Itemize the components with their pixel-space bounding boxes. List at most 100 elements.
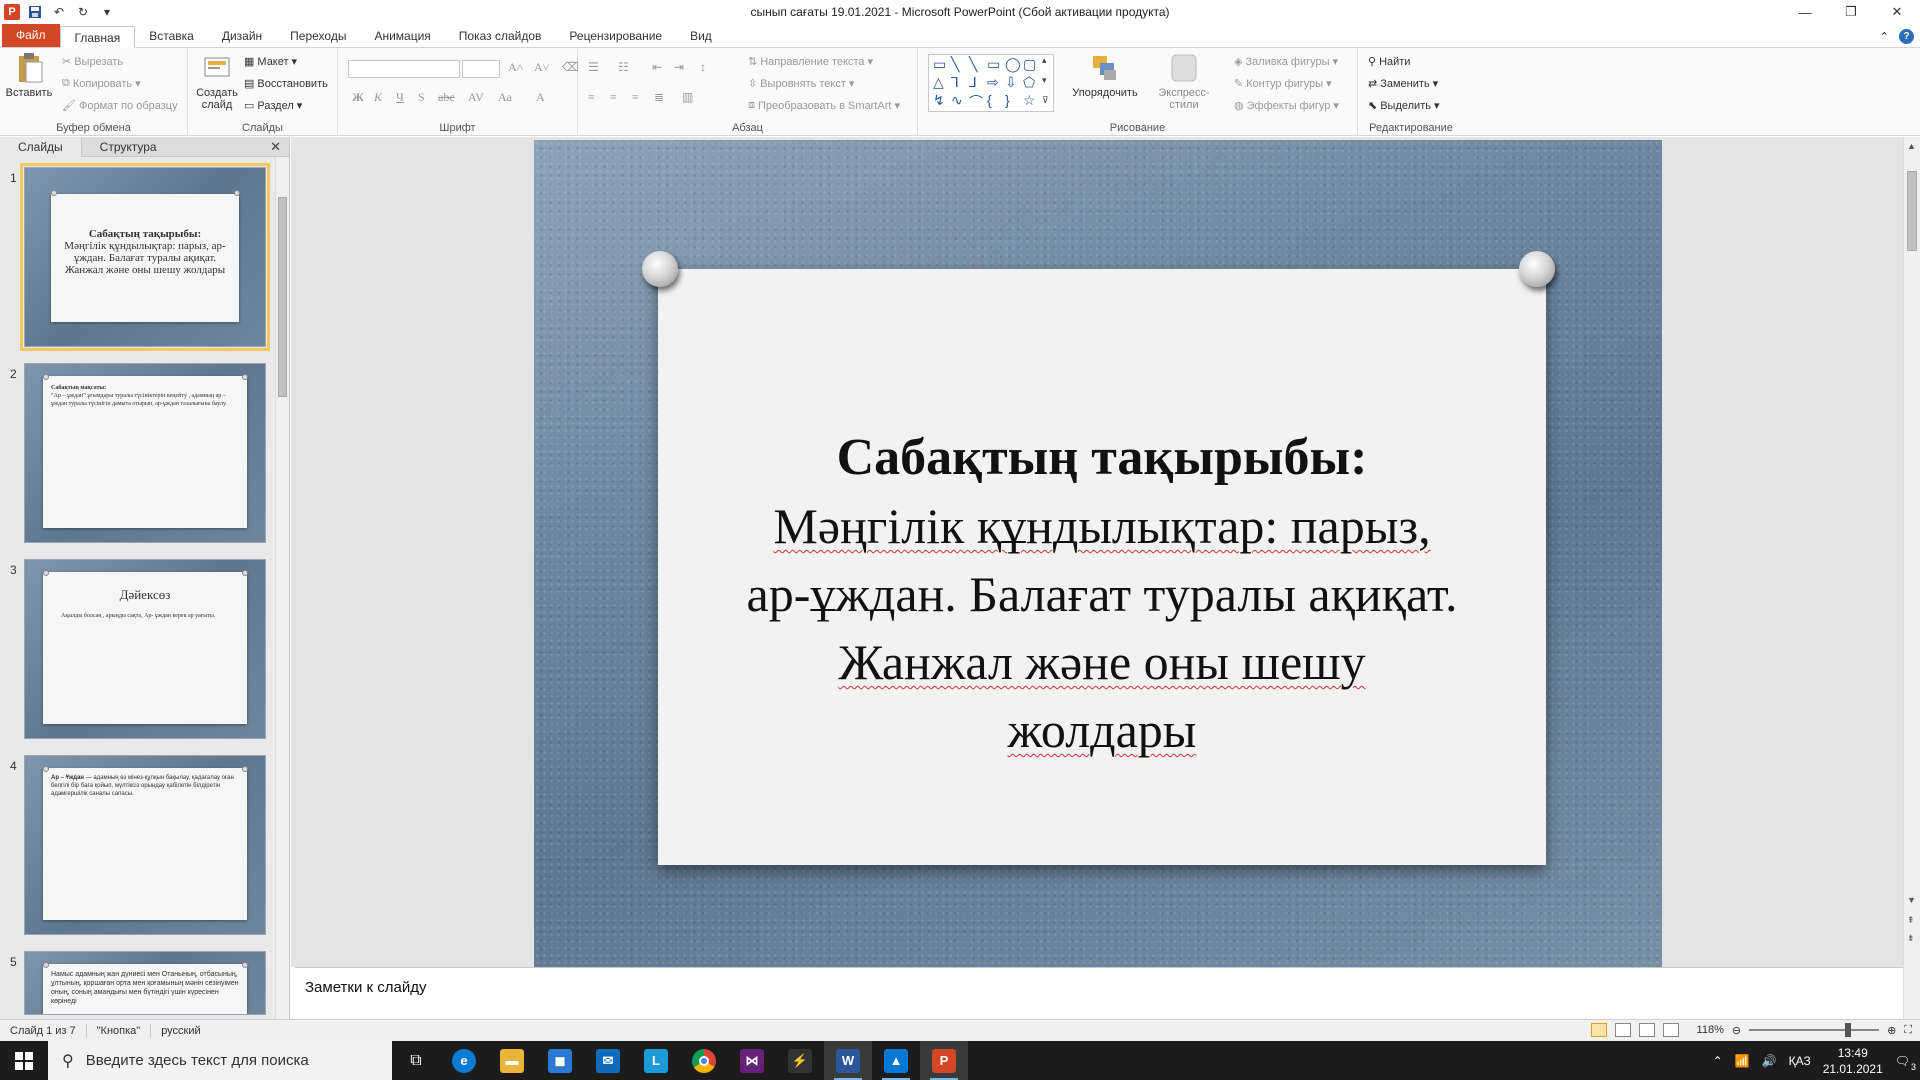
quick-styles-button[interactable]: Экспресс-стили bbox=[1144, 52, 1224, 111]
close-icon[interactable]: ✕ bbox=[1874, 0, 1920, 24]
maximize-icon[interactable]: ❐ bbox=[1828, 0, 1874, 24]
clear-format-icon[interactable]: ⌫ bbox=[562, 60, 579, 75]
tab-view[interactable]: Вид bbox=[676, 25, 726, 47]
align-text-button[interactable]: ⇳ Выровнять текст ▾ bbox=[748, 77, 854, 91]
shape-fill-button[interactable]: ◈ Заливка фигуры ▾ bbox=[1234, 55, 1338, 69]
zoom-level[interactable]: 118% bbox=[1697, 1024, 1724, 1036]
numbering-icon[interactable]: ☷ bbox=[618, 60, 629, 75]
slide-thumb-image[interactable]: Намыс адамның жан дүниесі мен Отанының, … bbox=[24, 951, 266, 1015]
shrink-font-icon[interactable]: A˅ bbox=[534, 60, 549, 75]
strikethrough-icon[interactable]: abc bbox=[438, 90, 455, 105]
zoom-out-icon[interactable]: ⊖ bbox=[1732, 1024, 1741, 1037]
taskbar-app-winamp[interactable]: ⚡ bbox=[776, 1041, 824, 1080]
replace-button[interactable]: ⇄ Заменить ▾ bbox=[1368, 77, 1438, 91]
customize-qat-icon[interactable]: ▾ bbox=[98, 3, 116, 21]
paste-button[interactable]: Вставить bbox=[4, 52, 54, 99]
fit-to-window-icon[interactable]: ⛶ bbox=[1904, 1024, 1912, 1037]
cut-button[interactable]: ✂ Вырезать bbox=[62, 55, 123, 69]
taskbar-app-powerpoint[interactable]: P bbox=[920, 1041, 968, 1080]
select-button[interactable]: ⬉ Выделить ▾ bbox=[1368, 99, 1440, 113]
slideshow-icon[interactable] bbox=[1662, 1023, 1679, 1037]
slide-thumb-image[interactable]: Сабақтың мақсаты: “Ар – ұждан” ұғымдары … bbox=[24, 363, 266, 543]
arrange-button[interactable]: Упорядочить bbox=[1068, 52, 1142, 99]
scrollbar-thumb[interactable] bbox=[1907, 171, 1917, 251]
change-case-icon[interactable]: Aa bbox=[498, 90, 512, 105]
spacing-icon[interactable]: AV bbox=[468, 90, 484, 105]
font-color-icon[interactable]: A bbox=[536, 90, 545, 105]
input-language[interactable]: ҚАЗ bbox=[1789, 1054, 1811, 1068]
normal-view-icon[interactable] bbox=[1590, 1023, 1607, 1037]
reading-view-icon[interactable] bbox=[1638, 1023, 1655, 1037]
slide-canvas[interactable]: Сабақтың тақырыбы: Мәңгілік құндылықтар:… bbox=[534, 140, 1662, 970]
columns-icon[interactable]: ▥ bbox=[682, 90, 693, 105]
save-icon[interactable] bbox=[26, 3, 44, 21]
align-right-icon[interactable]: ≡ bbox=[632, 90, 639, 105]
align-center-icon[interactable]: ≡ bbox=[610, 90, 617, 105]
font-name-field[interactable] bbox=[348, 60, 460, 78]
italic-icon[interactable]: К bbox=[374, 90, 382, 105]
tray-overflow-icon[interactable]: ⌃ bbox=[1713, 1054, 1723, 1068]
tab-animation[interactable]: Анимация bbox=[360, 25, 444, 47]
align-left-icon[interactable]: ≡ bbox=[588, 90, 595, 105]
text-direction-button[interactable]: ⇅ Направление текста ▾ bbox=[748, 55, 873, 69]
tab-slides[interactable]: Слайды bbox=[0, 137, 82, 157]
shape-outline-button[interactable]: ✎ Контур фигуры ▾ bbox=[1234, 77, 1332, 91]
bold-icon[interactable]: Ж bbox=[352, 90, 364, 105]
tab-outline[interactable]: Структура bbox=[82, 137, 175, 157]
minimize-icon[interactable]: — bbox=[1782, 0, 1828, 24]
bullets-icon[interactable]: ☰ bbox=[588, 60, 599, 75]
notifications-icon[interactable]: 🗨 3 bbox=[1895, 1054, 1916, 1072]
slide-thumb-image[interactable]: Ар – Ұждан — адамның өз мінез-құлқын бақ… bbox=[24, 755, 266, 935]
underline-icon[interactable]: Ч bbox=[396, 90, 404, 105]
taskbar-app-l[interactable]: L bbox=[632, 1041, 680, 1080]
find-button[interactable]: ⚲ Найти bbox=[1368, 55, 1410, 69]
notes-pane[interactable]: Заметки к слайду bbox=[295, 967, 1903, 1019]
undo-icon[interactable]: ↶ bbox=[50, 3, 68, 21]
copy-button[interactable]: ⧉ Копировать ▾ bbox=[62, 77, 141, 90]
minimize-ribbon-icon[interactable]: ⌃ bbox=[1880, 30, 1889, 43]
tab-slideshow[interactable]: Показ слайдов bbox=[445, 25, 556, 47]
slide-scrollbar[interactable]: ▲ ▼ ⇞ ⇟ bbox=[1903, 137, 1920, 1019]
next-slide-icon[interactable]: ⇟ bbox=[1907, 933, 1915, 944]
decrease-indent-icon[interactable]: ⇤ bbox=[652, 60, 662, 75]
smartart-button[interactable]: ⧈ Преобразовать в SmartArt ▾ bbox=[748, 99, 900, 112]
start-button[interactable] bbox=[0, 1041, 48, 1080]
increase-indent-icon[interactable]: ⇥ bbox=[674, 60, 684, 75]
scroll-up-icon[interactable]: ▲ bbox=[1907, 141, 1916, 151]
zoom-slider[interactable] bbox=[1749, 1023, 1880, 1037]
powerpoint-logo-icon[interactable]: P bbox=[4, 4, 20, 20]
taskbar-app-word[interactable]: W bbox=[824, 1041, 872, 1080]
slide-textbox[interactable]: Сабақтың тақырыбы: Мәңгілік құндылықтар:… bbox=[658, 424, 1546, 764]
tab-insert[interactable]: Вставка bbox=[135, 25, 208, 47]
taskbar-search[interactable]: ⚲ Введите здесь текст для поиска bbox=[48, 1041, 392, 1080]
language-indicator[interactable]: русский bbox=[151, 1024, 210, 1038]
justify-icon[interactable]: ≣ bbox=[654, 90, 664, 105]
format-painter-button[interactable]: 🖌 Формат по образцу bbox=[62, 99, 178, 113]
layout-button[interactable]: ▦ Макет ▾ bbox=[244, 55, 297, 69]
taskbar-app-vs[interactable]: ⋈ bbox=[728, 1041, 776, 1080]
close-panel-icon[interactable]: ✕ bbox=[270, 139, 281, 155]
help-icon[interactable]: ? bbox=[1899, 28, 1914, 44]
slide-thumb-image[interactable]: Дәйексөз Ақылды болсаң , арыңды сақта, А… bbox=[24, 559, 266, 739]
slides-panel-scrollbar[interactable] bbox=[275, 157, 289, 1019]
shape-effects-button[interactable]: ◍ Эффекты фигур ▾ bbox=[1234, 99, 1339, 113]
zoom-slider-knob[interactable] bbox=[1845, 1023, 1852, 1037]
taskbar-app-photos[interactable]: ▲ bbox=[872, 1041, 920, 1080]
reset-button[interactable]: ▤ Восстановить bbox=[244, 77, 328, 91]
taskbar-app-chrome[interactable] bbox=[680, 1041, 728, 1080]
font-size-field[interactable] bbox=[462, 60, 500, 78]
new-slide-button[interactable]: Создать слайд bbox=[194, 52, 240, 111]
taskbar-app-store[interactable]: ◼ bbox=[536, 1041, 584, 1080]
taskbar-app-edge[interactable]: e bbox=[440, 1041, 488, 1080]
section-button[interactable]: ▭ Раздел ▾ bbox=[244, 99, 302, 113]
slide-sorter-icon[interactable] bbox=[1614, 1023, 1631, 1037]
slide-thumb-image[interactable]: Сабақтың тақырыбы: Мәңгілік құндылықтар:… bbox=[20, 163, 270, 351]
tab-transitions[interactable]: Переходы bbox=[276, 25, 360, 47]
notes-placeholder[interactable]: Заметки к слайду bbox=[305, 979, 427, 996]
taskbar-app-mail[interactable]: ✉ bbox=[584, 1041, 632, 1080]
theme-name[interactable]: "Кнопка" bbox=[87, 1023, 152, 1038]
taskbar-app-explorer[interactable]: ▬ bbox=[488, 1041, 536, 1080]
redo-icon[interactable]: ↻ bbox=[74, 3, 92, 21]
network-icon[interactable]: 📶 bbox=[1735, 1054, 1750, 1068]
task-view-button[interactable]: ⧉ bbox=[392, 1041, 440, 1080]
